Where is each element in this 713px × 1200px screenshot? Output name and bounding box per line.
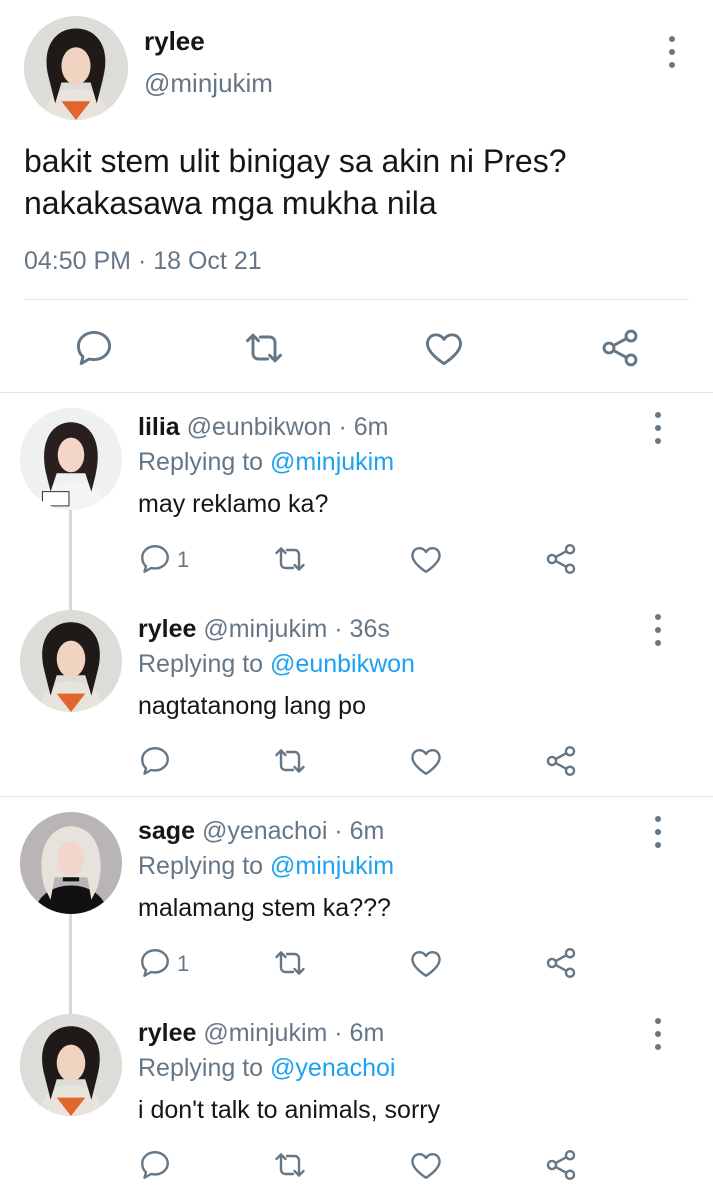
more-options-icon[interactable] (646, 408, 670, 448)
retweet-icon[interactable] (242, 326, 286, 370)
more-options-icon[interactable] (646, 812, 670, 852)
thread-line (69, 510, 72, 610)
replying-label: Replying to (138, 650, 264, 678)
avatar[interactable] (24, 16, 128, 120)
retweet-icon[interactable] (272, 945, 308, 985)
mention-link[interactable]: @eunbikwon (270, 650, 415, 678)
replying-to: Replying to @minjukim (138, 852, 394, 881)
reply-header: sage @yenachoi · 6m (138, 817, 384, 846)
replying-to: Replying to @yenachoi (138, 1054, 395, 1083)
reply-count: 1 (177, 547, 190, 572)
reply-author-name[interactable]: rylee (138, 615, 196, 643)
reply-header: lilia @eunbikwon · 6m (138, 413, 389, 442)
replying-label: Replying to (138, 448, 264, 476)
replying-label: Replying to (138, 852, 264, 880)
reply-button[interactable]: 1 (137, 945, 207, 985)
mention-link[interactable]: @yenachoi (270, 1054, 395, 1082)
avatar[interactable] (20, 610, 122, 712)
retweet-icon[interactable] (272, 743, 308, 783)
reply-header: rylee @minjukim · 6m (138, 1019, 384, 1048)
replying-to: Replying to @minjukim (138, 448, 394, 477)
reply-author-handle[interactable]: @yenachoi · 6m (202, 817, 384, 845)
divider (24, 299, 689, 300)
retweet-icon[interactable] (272, 1147, 308, 1187)
mention-link[interactable]: @minjukim (270, 852, 394, 880)
like-icon[interactable] (422, 326, 466, 370)
reply-author-name[interactable]: lilia (138, 413, 180, 441)
share-icon[interactable] (598, 326, 642, 370)
reply-count: 1 (177, 951, 190, 976)
reply-author-name[interactable]: sage (138, 817, 195, 845)
like-icon[interactable] (408, 1147, 444, 1187)
reply-text: nagtatanong lang po (138, 692, 366, 720)
like-icon[interactable] (408, 945, 444, 985)
reply-author-handle[interactable]: @eunbikwon · 6m (187, 413, 389, 441)
reply-icon[interactable] (72, 326, 116, 370)
like-icon[interactable] (408, 743, 444, 783)
reply-author-handle[interactable]: @minjukim · 6m (203, 1019, 384, 1047)
more-options-icon[interactable] (646, 610, 670, 650)
share-icon[interactable] (543, 743, 579, 783)
author-handle[interactable]: @minjukim (144, 68, 273, 99)
reply-icon (137, 743, 173, 779)
reply-icon (137, 945, 173, 981)
replying-to: Replying to @eunbikwon (138, 650, 415, 679)
reply-author-name[interactable]: rylee (138, 1019, 196, 1047)
tweet-text: bakit stem ulit binigay sa akin ni Pres?… (24, 140, 684, 224)
like-icon[interactable] (408, 541, 444, 581)
reply-text: may reklamo ka? (138, 490, 329, 518)
section-divider (0, 796, 713, 797)
avatar[interactable] (20, 408, 122, 510)
more-options-icon[interactable] (646, 1014, 670, 1054)
reply-button[interactable]: 1 (137, 541, 207, 581)
section-divider (0, 392, 713, 393)
thread-line (69, 914, 72, 1014)
mention-link[interactable]: @minjukim (270, 448, 394, 476)
share-icon[interactable] (543, 945, 579, 985)
tweet-text-line: bakit stem ulit binigay sa akin ni Pres? (24, 143, 567, 179)
reply-button[interactable] (137, 743, 207, 783)
avatar[interactable] (20, 1014, 122, 1116)
reply-button[interactable] (137, 1147, 207, 1187)
avatar[interactable] (20, 812, 122, 914)
share-icon[interactable] (543, 1147, 579, 1187)
reply-text: malamang stem ka??? (138, 894, 391, 922)
reply-text: i don't talk to animals, sorry (138, 1096, 441, 1124)
reply-header: rylee @minjukim · 36s (138, 615, 390, 644)
retweet-icon[interactable] (272, 541, 308, 581)
tweet-timestamp: 04:50 PM · 18 Oct 21 (24, 247, 262, 275)
reply-author-handle[interactable]: @minjukim · 36s (203, 615, 390, 643)
author-name[interactable]: rylee (144, 26, 205, 57)
more-options-icon[interactable] (660, 32, 684, 72)
share-icon[interactable] (543, 541, 579, 581)
replying-label: Replying to (138, 1054, 264, 1082)
tweet-text-line: nakakasawa mga mukha nila (24, 185, 437, 221)
reply-icon (137, 1147, 173, 1183)
reply-icon (137, 541, 173, 577)
